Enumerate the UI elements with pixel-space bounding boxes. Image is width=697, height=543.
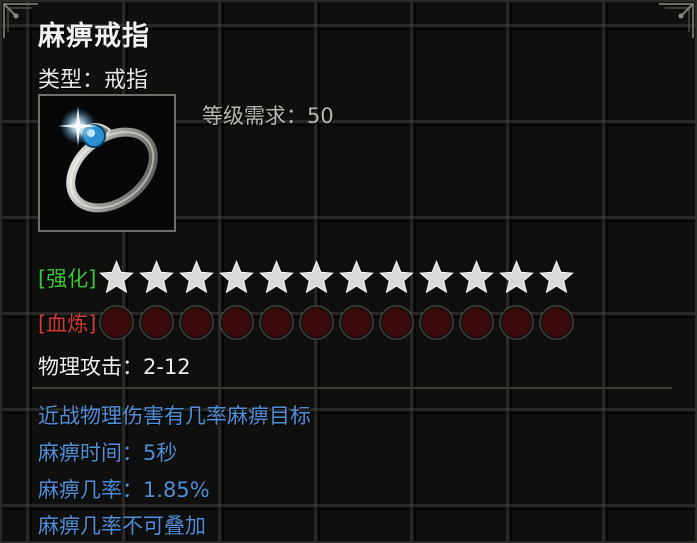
star-icon bbox=[218, 259, 255, 296]
star-icon bbox=[538, 259, 575, 296]
star-icon bbox=[98, 259, 135, 296]
effect-line: 麻痹几率：1.85% bbox=[38, 478, 210, 502]
blood-slot-icon bbox=[218, 304, 255, 341]
item-tooltip: 麻痹戒指 类型：戒指 等级需求：50 [强化] [血炼] 物理攻击：2-12 近… bbox=[0, 0, 697, 543]
blood-slot-icon bbox=[258, 304, 295, 341]
star-icon bbox=[258, 259, 295, 296]
blood-slot-icon bbox=[338, 304, 375, 341]
level-requirement: 等级需求：50 bbox=[202, 104, 334, 128]
item-type: 类型：戒指 bbox=[38, 68, 149, 93]
star-icon bbox=[458, 259, 495, 296]
blood-slot-icon bbox=[498, 304, 535, 341]
corner-ornament-icon bbox=[3, 3, 38, 38]
star-icon bbox=[298, 259, 335, 296]
star-icon bbox=[418, 259, 455, 296]
star-icon bbox=[138, 259, 175, 296]
blood-slot-icon bbox=[378, 304, 415, 341]
blood-refine-slots bbox=[98, 304, 575, 341]
star-icon bbox=[498, 259, 535, 296]
corner-ornament-icon bbox=[659, 3, 694, 38]
effect-line: 麻痹时间：5秒 bbox=[38, 441, 178, 465]
blood-slot-icon bbox=[418, 304, 455, 341]
item-icon-frame bbox=[38, 94, 176, 232]
enhance-stars bbox=[98, 259, 575, 296]
star-icon bbox=[378, 259, 415, 296]
blood-slot-icon bbox=[98, 304, 135, 341]
ring-icon bbox=[40, 96, 174, 230]
item-name: 麻痹戒指 bbox=[38, 21, 150, 52]
physical-attack-stat: 物理攻击：2-12 bbox=[38, 355, 191, 379]
blood-slot-icon bbox=[538, 304, 575, 341]
blood-slot-icon bbox=[458, 304, 495, 341]
blood-refine-row: [血炼] bbox=[38, 304, 575, 341]
divider bbox=[32, 387, 672, 389]
star-icon bbox=[178, 259, 215, 296]
blood-refine-tag: [血炼] bbox=[38, 311, 97, 336]
blood-slot-icon bbox=[178, 304, 215, 341]
star-icon bbox=[338, 259, 375, 296]
enhance-row: [强化] bbox=[38, 259, 575, 296]
blood-slot-icon bbox=[138, 304, 175, 341]
effect-line: 麻痹几率不可叠加 bbox=[38, 514, 206, 538]
enhance-tag: [强化] bbox=[38, 266, 97, 291]
effect-line: 近战物理伤害有几率麻痹目标 bbox=[38, 404, 311, 428]
blood-slot-icon bbox=[298, 304, 335, 341]
